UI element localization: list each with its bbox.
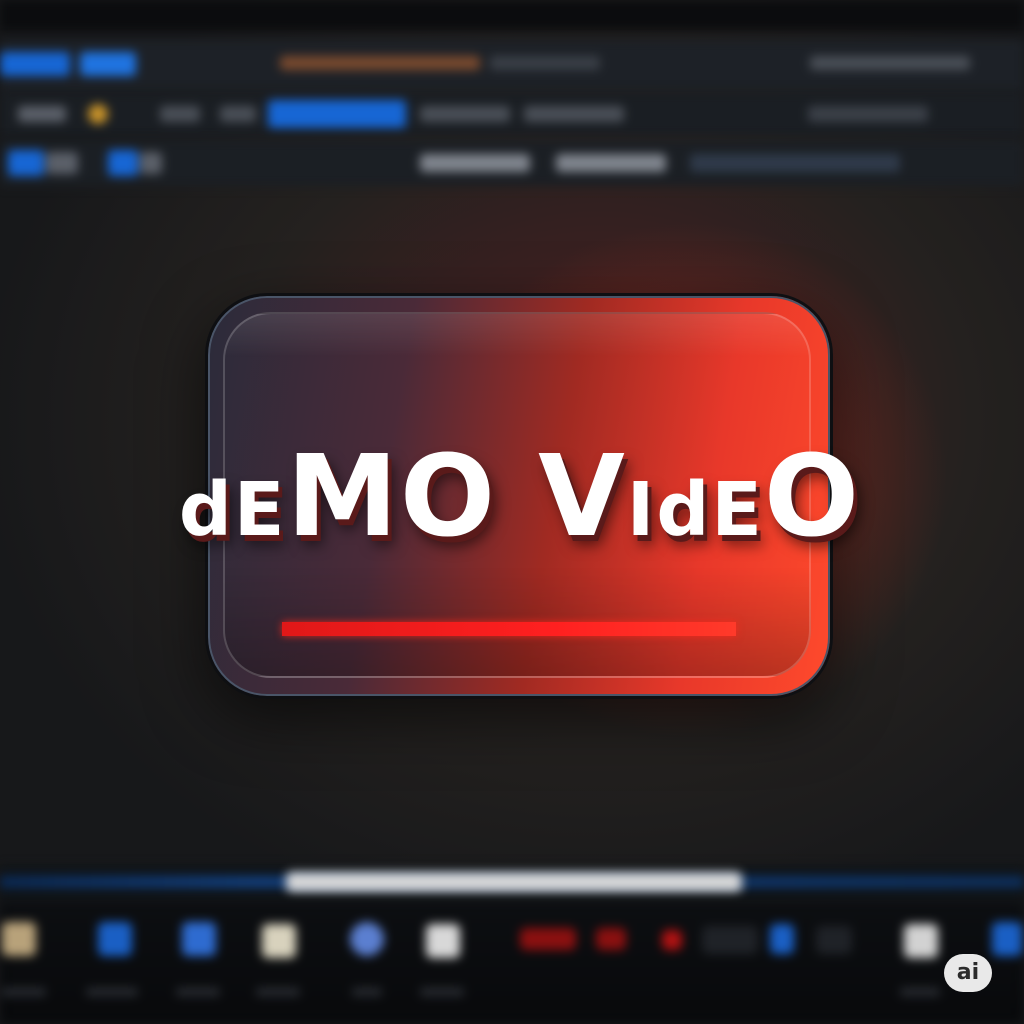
demo-title: dEMO VIdEO: [150, 432, 890, 562]
document-icon[interactable]: [98, 922, 132, 956]
title-part: O: [763, 432, 862, 562]
search-input[interactable]: [690, 154, 900, 172]
toolbar-button[interactable]: [524, 106, 624, 122]
image-icon[interactable]: [904, 924, 938, 958]
warning-icon: [88, 104, 108, 124]
app-window: dEMO VIdEO ai: [0, 0, 1024, 1024]
title-bar: [0, 0, 1024, 30]
toggle-button[interactable]: [8, 150, 44, 176]
app-icon[interactable]: [350, 922, 384, 956]
progress-bar: [282, 622, 736, 636]
record-icon[interactable]: [520, 928, 576, 950]
toolbar-button-active[interactable]: [268, 100, 406, 128]
title-part: E: [233, 467, 287, 553]
menu-bar: [0, 40, 1024, 92]
ai-badge: ai: [944, 954, 992, 992]
control-icon[interactable]: [816, 926, 852, 954]
toolbar-label: [808, 106, 928, 122]
title-part: [497, 432, 538, 562]
toolbar-button[interactable]: [420, 106, 510, 122]
menu-tab[interactable]: [80, 52, 136, 76]
image-icon[interactable]: [426, 924, 460, 958]
image-icon[interactable]: [262, 924, 296, 958]
toolbar: [0, 92, 1024, 136]
control-icon[interactable]: [702, 926, 758, 954]
toggle-button[interactable]: [46, 152, 78, 174]
toolbar-button[interactable]: [18, 106, 66, 122]
menu-tab-active[interactable]: [0, 52, 70, 76]
dropdown[interactable]: [420, 154, 530, 172]
toggle-button[interactable]: [140, 152, 162, 174]
title-part: MO: [286, 432, 498, 562]
title-part: E: [711, 467, 764, 553]
title-part: d: [178, 467, 234, 553]
menu-right-label: [810, 56, 970, 70]
toolbar-button[interactable]: [160, 106, 200, 122]
secondary-toolbar: [0, 140, 1024, 186]
timeline-scrubber[interactable]: [286, 872, 742, 892]
document-icon[interactable]: [182, 922, 216, 956]
folder-icon[interactable]: [2, 922, 36, 956]
dropdown[interactable]: [556, 154, 666, 172]
app-icon[interactable]: [992, 922, 1022, 956]
dock: [0, 902, 1024, 1024]
stop-icon[interactable]: [662, 930, 682, 950]
title-part: V: [538, 432, 627, 562]
record-icon[interactable]: [596, 928, 626, 950]
toolbar-button[interactable]: [220, 106, 256, 122]
toggle-button[interactable]: [108, 150, 138, 176]
app-icon[interactable]: [770, 924, 794, 954]
menu-label: [280, 56, 480, 70]
title-part: Id: [626, 467, 712, 553]
menu-label: [490, 56, 600, 70]
